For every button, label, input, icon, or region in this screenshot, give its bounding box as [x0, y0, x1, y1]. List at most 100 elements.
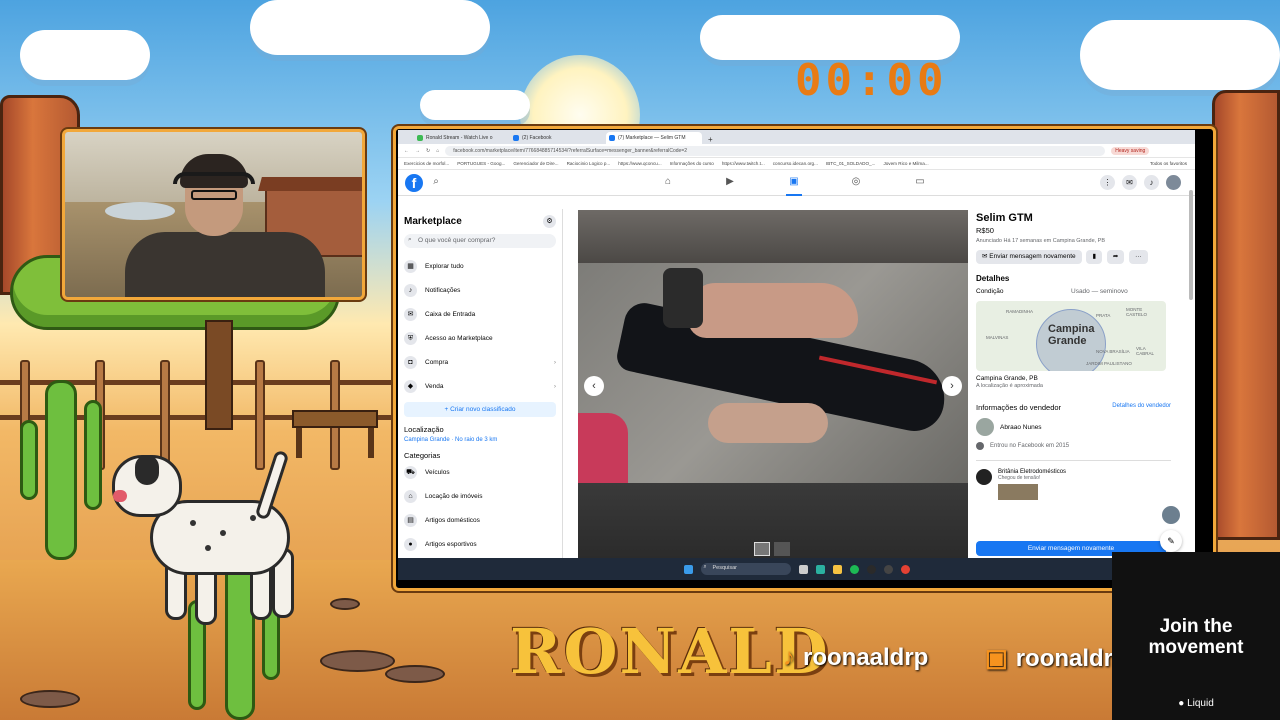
chevron-right-icon: › [553, 382, 556, 390]
more-options-button[interactable]: ··· [1129, 250, 1148, 264]
taskbar-search-input[interactable]: ⌕ Pesquisar [700, 563, 791, 575]
location-text: Campina Grande, PB [976, 375, 1038, 382]
bookmark[interactable]: Todos os favoritos [1150, 161, 1195, 166]
sidebar-item-inbox[interactable]: ✉ Caixa de Entrada [404, 302, 556, 326]
spotify-icon[interactable] [849, 564, 859, 574]
cactus [45, 380, 77, 560]
tab-facebook[interactable]: (2) Facebook [510, 132, 606, 144]
scrollbar[interactable] [1189, 190, 1193, 300]
profile-pill[interactable]: Heavy saving [1111, 146, 1150, 155]
xbox-icon[interactable] [866, 564, 876, 574]
bookmark[interactable]: https://www.twitch.t... [722, 161, 765, 166]
store-icon: ▦ [404, 259, 417, 273]
category-home-goods[interactable]: ▤ Artigos domésticos [404, 508, 556, 532]
marketplace-nav-icon[interactable]: ▣ [786, 174, 802, 196]
advertiser-image[interactable] [998, 484, 1038, 500]
url-input[interactable]: facebook.com/marketplace/item/7766848857… [445, 145, 1106, 156]
advertiser-logo [976, 469, 992, 485]
ad-headline: Join the [1159, 616, 1233, 637]
new-tab-button[interactable]: + [702, 135, 719, 144]
sidebar-item-explore[interactable]: ▦ Explorar tudo [404, 254, 556, 278]
home-nav-icon[interactable]: ⌂ [660, 174, 676, 190]
bookmark[interactable]: https://www.qconcu... [618, 161, 661, 166]
photo-thumbnail[interactable] [754, 542, 770, 556]
avatar[interactable] [1166, 175, 1181, 190]
bell-icon: ♪ [404, 283, 417, 297]
sidebar-item-notifications[interactable]: ♪ Notificações [404, 278, 556, 302]
groups-nav-icon[interactable]: ◎ [848, 174, 864, 190]
photo-thumbnail[interactable] [774, 542, 790, 556]
edge-icon[interactable] [815, 564, 825, 574]
facebook-icon [976, 442, 984, 450]
new-message-icon[interactable]: ✎ [1160, 530, 1182, 552]
location-map[interactable]: Campina Grande RAMADINHA PRATA MONTE CAS… [976, 301, 1166, 371]
bookmark[interactable]: Gerenciador de Dire... [513, 161, 558, 166]
file-explorer-icon[interactable] [832, 564, 842, 574]
headset [173, 172, 255, 184]
video-nav-icon[interactable]: ▶ [722, 174, 738, 190]
task-view-icon[interactable] [798, 564, 808, 574]
share-icon: ➦ [1112, 253, 1119, 260]
marketplace-search-input[interactable]: ⌕ O que você quer comprar? [404, 234, 556, 248]
gaming-nav-icon[interactable]: ▭ [912, 174, 928, 190]
seller-name[interactable]: Abraao Nunes [1000, 424, 1042, 431]
facebook-logo-icon[interactable]: f [405, 173, 423, 192]
chat-head-avatar[interactable] [1160, 504, 1182, 526]
bookmark[interactable]: Jovem Rico e Milma... [883, 161, 928, 166]
location-heading: Localização [404, 425, 444, 434]
bookmark[interactable]: PORTUGUES - Goog... [457, 161, 505, 166]
category-sports[interactable]: ● Artigos esportivos [404, 532, 556, 556]
previous-photo-button[interactable]: ‹ [584, 376, 604, 396]
messenger-icon[interactable]: ✉ [1122, 175, 1137, 190]
menu-grid-icon[interactable]: ⋮ [1100, 175, 1115, 190]
reload-icon[interactable]: ↻ [426, 148, 430, 154]
details-heading: Detalhes [976, 274, 1010, 283]
twitch-handle: ▣ roonaldrp [985, 645, 1128, 672]
create-listing-button[interactable]: + Criar novo classificado [404, 402, 556, 417]
settings-gear-icon[interactable]: ⚙ [543, 215, 556, 228]
category-vehicles[interactable]: ⛟ Veículos [404, 460, 556, 484]
seller-details-link[interactable]: Detalhes do vendedor [1112, 403, 1171, 412]
notifications-icon[interactable]: ♪ [1144, 175, 1159, 190]
home-icon[interactable]: ⌂ [436, 148, 439, 154]
categories-heading: Categorias [404, 451, 441, 460]
share-button[interactable]: ➦ [1106, 250, 1125, 264]
obs-icon[interactable] [883, 564, 893, 574]
save-button[interactable]: ▮ [1086, 250, 1103, 264]
cloud [250, 0, 490, 55]
back-icon[interactable]: ← [404, 148, 409, 154]
seller-joined: Entrou no Facebook em 2015 [990, 443, 1070, 449]
seller-avatar[interactable] [976, 418, 994, 436]
windows-start-icon[interactable] [683, 564, 693, 574]
bookmark[interactable]: concurso.idecan.org... [773, 161, 818, 166]
sidebar-item-access[interactable]: ⛨ Acesso ao Marketplace [404, 326, 556, 350]
sidebar-item-selling[interactable]: ◆ Venda › [404, 374, 556, 398]
tab-twitch[interactable]: Ronald Stream - Watch Live o [414, 132, 510, 144]
seller-heading: Informações do vendedor [976, 403, 1062, 412]
sidebar-item-buying[interactable]: ◘ Compra › [404, 350, 556, 374]
condition-value: Usado — seminovo [1071, 288, 1128, 295]
tab-marketplace[interactable]: (7) Marketplace — Selim GTM [606, 132, 702, 144]
location-filter-link[interactable]: Campina Grande · No raio de 3 km [404, 437, 556, 443]
search-icon[interactable]: ⌕ [428, 174, 444, 190]
marketplace-title: Marketplace [404, 216, 462, 227]
bookmark[interactable]: Informações do curso [670, 161, 714, 166]
cactus [84, 400, 102, 510]
listing-photo[interactable] [578, 263, 968, 483]
tiktok-handle: ♪ roonaaldrp [783, 644, 929, 671]
category-rentals[interactable]: ⌂ Locação de imóveis [404, 484, 556, 508]
forward-icon[interactable]: → [415, 148, 420, 154]
more-icon: ··· [1135, 253, 1142, 260]
bookmark[interactable]: IBTC_01_SOLDADO_... [826, 161, 876, 166]
sports-icon: ● [404, 537, 417, 551]
bench [292, 410, 378, 460]
listing-price: R$50 [976, 226, 994, 235]
bookmark[interactable]: Raciocinio Logico p... [567, 161, 611, 166]
listing-posted: Anunciado Há 17 semanas em Campina Grand… [976, 238, 1106, 244]
ad-brand: Liquid [1187, 698, 1214, 709]
advertiser-sub: Chegou de tensão! [998, 475, 1041, 481]
chrome-icon[interactable] [900, 564, 910, 574]
send-message-button[interactable]: ✉ Enviar mensagem novamente [976, 250, 1082, 264]
next-photo-button[interactable]: › [942, 376, 962, 396]
bookmark[interactable]: Exercicios de morfol... [404, 161, 449, 166]
